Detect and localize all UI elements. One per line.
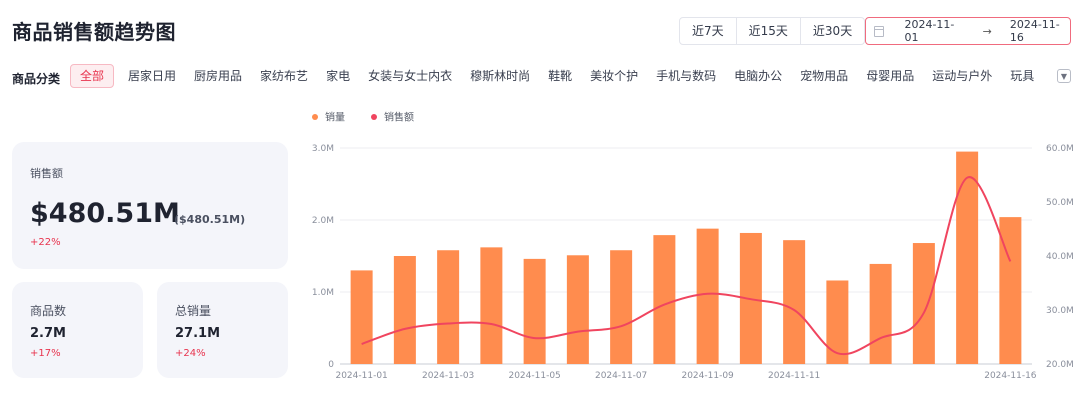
bar-2024-11-09	[696, 228, 719, 364]
bar-2024-11-01	[350, 270, 373, 364]
y-left-tick-label: 2.0M	[312, 216, 334, 226]
bar-2024-11-04	[480, 247, 503, 364]
y-right-tick-label: 60.0M	[1046, 144, 1074, 154]
bar-2024-11-15	[956, 151, 979, 364]
x-tick-label: 2024-11-16	[984, 371, 1037, 381]
y-left-tick-label: 0	[328, 360, 334, 370]
bar-2024-11-11	[783, 240, 806, 364]
legend-bar-label: 销量	[325, 111, 345, 124]
bar-2024-11-02	[393, 256, 416, 364]
y-left-tick-label: 3.0M	[312, 144, 334, 154]
legend-bar-marker	[312, 114, 318, 120]
bar-2024-11-05	[523, 258, 546, 364]
x-tick-label: 2024-11-11	[768, 371, 820, 381]
x-tick-label: 2024-11-03	[422, 371, 474, 381]
y-right-tick-label: 20.0M	[1046, 360, 1074, 370]
legend-line-marker	[371, 114, 377, 120]
bar-2024-11-07	[610, 250, 633, 364]
sales-trend-chart: 0 1.0M 2.0M 3.0M 20.0M 30.0M 40.0M 50.0M 60.0M 20…	[312, 111, 1074, 382]
y-right-tick-label: 40.0M	[1046, 252, 1074, 262]
x-tick-label: 2024-11-09	[681, 371, 734, 381]
y-left-tick-label: 1.0M	[312, 288, 334, 298]
bar-2024-11-12	[826, 280, 849, 364]
bar-2024-11-03	[437, 250, 460, 364]
bar-2024-11-06	[566, 255, 589, 364]
bar-2024-11-14	[912, 243, 935, 364]
y-right-tick-label: 30.0M	[1046, 306, 1074, 316]
bar-2024-11-13	[869, 263, 892, 364]
legend-line-label: 销售额	[384, 111, 414, 124]
x-tick-label: 2024-11-07	[595, 371, 647, 381]
x-tick-label: 2024-11-05	[508, 371, 560, 381]
y-right-tick-label: 50.0M	[1046, 198, 1074, 208]
x-tick-label: 2024-11-01	[335, 371, 387, 381]
bar-2024-11-08	[653, 235, 676, 364]
